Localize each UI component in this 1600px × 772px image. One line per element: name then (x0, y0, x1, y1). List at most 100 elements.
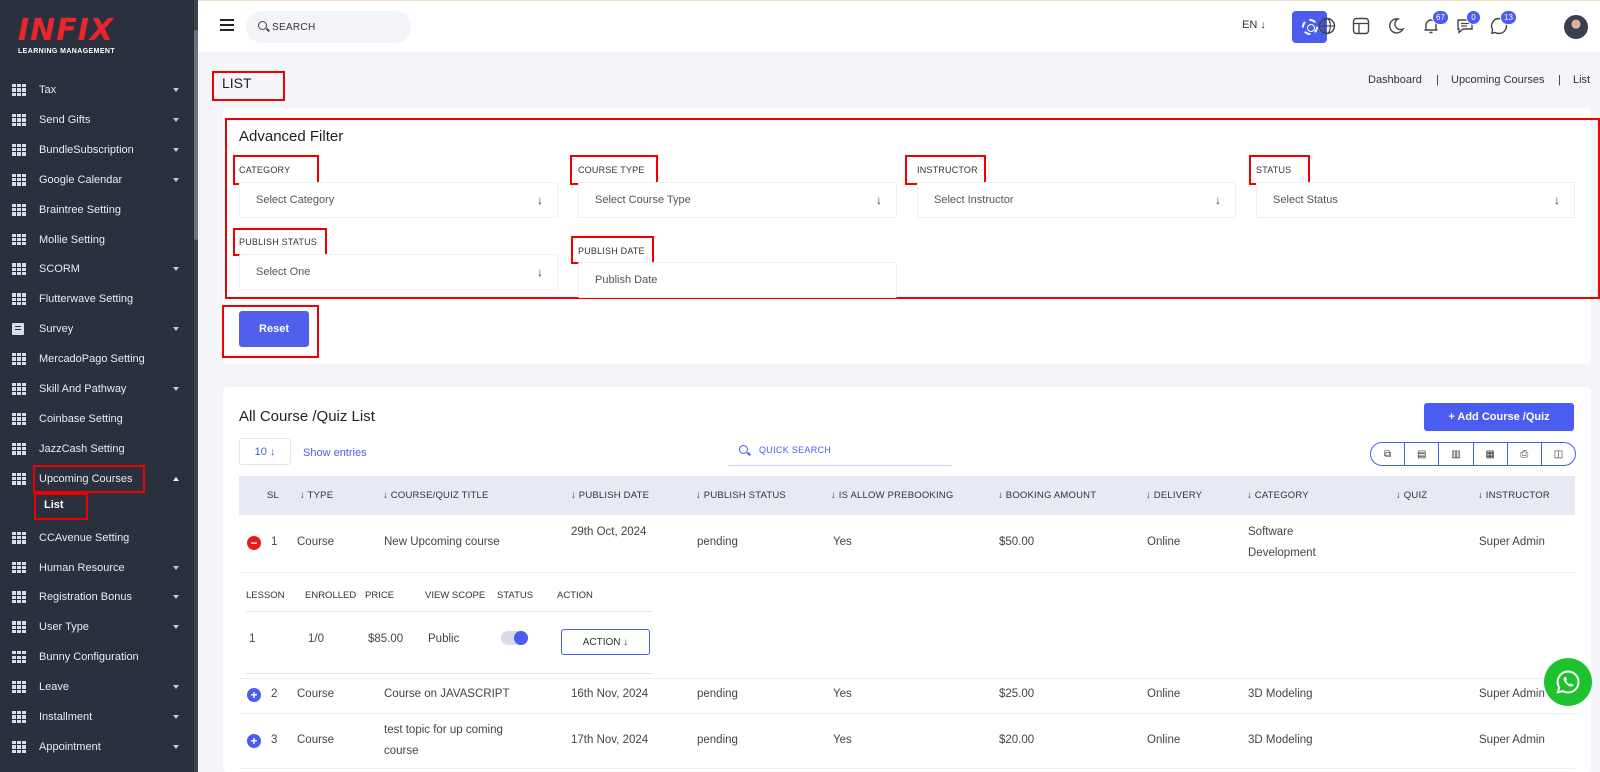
caret-down-icon (173, 177, 179, 182)
whatsapp-chat-button[interactable] (1544, 658, 1592, 706)
layout-icon[interactable] (1350, 15, 1372, 37)
user-avatar[interactable] (1564, 15, 1588, 39)
publish-status-select[interactable]: Select One ↓ (239, 254, 558, 290)
sidebar-item-survey[interactable]: Survey (0, 315, 194, 343)
cell-title[interactable]: Course on JAVASCRIPT (384, 684, 509, 705)
cell-title[interactable]: test topic for up coming course (384, 720, 534, 762)
cell-instructor: Super Admin (1479, 536, 1545, 548)
app-logo[interactable]: INFIX LEARNING MANAGEMENT (18, 16, 128, 60)
publish-date-input[interactable]: Publish Date (578, 262, 897, 298)
sidebar-item-registration-bonus[interactable]: Registration Bonus (0, 583, 194, 611)
csv-icon[interactable]: ▥ (1439, 443, 1474, 465)
copy-icon[interactable]: ⧉ (1371, 443, 1406, 465)
entries-per-page-select[interactable]: 10 ↓ (239, 438, 291, 465)
sidebar-item-scorm[interactable]: SCORM (0, 255, 194, 283)
instructor-select-value: Select Instructor (934, 194, 1014, 206)
th-delivery[interactable]: ↓ DELIVERY (1146, 490, 1202, 501)
globe-icon[interactable] (1316, 15, 1338, 37)
language-selector[interactable]: EN ↓ (1242, 19, 1266, 31)
grid-icon (12, 711, 26, 723)
sidebar-item-jazzcash-setting[interactable]: JazzCash Setting (0, 435, 194, 463)
caret-down-icon (173, 744, 179, 749)
sidebar-item-bundlesubscription[interactable]: BundleSubscription (0, 136, 194, 164)
print-icon[interactable]: ⎙ (1508, 443, 1542, 465)
sidebar-item-ccavenue-setting[interactable]: CCAvenue Setting (0, 524, 194, 552)
th-instructor[interactable]: ↓ INSTRUCTOR (1478, 490, 1550, 501)
sidebar-item-label: Coinbase Setting (39, 412, 123, 425)
th-publish-date[interactable]: ↓ PUBLISH DATE (571, 490, 649, 501)
advanced-filter-title: Advanced Filter (239, 128, 344, 145)
add-course-quiz-button[interactable]: + Add Course /Quiz (1424, 403, 1574, 431)
sidebar-item-skill-and-pathway[interactable]: Skill And Pathway (0, 375, 194, 403)
sidebar-item-mollie-setting[interactable]: Mollie Setting (0, 226, 194, 254)
th-prebooking[interactable]: ↓ IS ALLOW PREBOOKING (831, 490, 953, 501)
whatsapp-icon[interactable]: 13 (1488, 10, 1517, 37)
expand-row-icon[interactable]: + (247, 734, 261, 748)
caret-down-icon (173, 147, 179, 152)
pdf-icon[interactable]: ▦ (1474, 443, 1508, 465)
messages-chat-icon[interactable]: 0 (1454, 10, 1481, 37)
columns-icon[interactable]: ◫ (1542, 443, 1575, 465)
breadcrumb-dashboard[interactable]: Dashboard (1368, 74, 1422, 86)
th-booking-amount[interactable]: ↓ BOOKING AMOUNT (998, 490, 1096, 501)
quick-search-input[interactable]: QUICK SEARCH (728, 434, 952, 466)
status-toggle[interactable] (501, 631, 528, 645)
sidebar-item-google-calendar[interactable]: Google Calendar (0, 166, 194, 194)
instructor-select[interactable]: Select Instructor ↓ (917, 182, 1236, 218)
cell-booking-amount: $20.00 (999, 734, 1035, 746)
th-publish-status[interactable]: ↓ PUBLISH STATUS (696, 490, 786, 501)
sidebar-item-appointment[interactable]: Appointment (0, 733, 194, 761)
grid-icon (12, 113, 26, 126)
course-type-select-value: Select Course Type (595, 194, 691, 206)
sidebar-item-mercadopago-setting[interactable]: MercadoPago Setting (0, 345, 194, 373)
sidebar-item-braintree-setting[interactable]: Braintree Setting (0, 196, 194, 224)
th-sl[interactable]: SL (267, 490, 279, 501)
arrow-down-icon: ↓ (1554, 193, 1560, 207)
collapse-row-icon[interactable]: − (247, 536, 261, 550)
hamburger-menu-icon[interactable] (220, 19, 234, 31)
detail-enrolled: 1/0 (308, 633, 324, 645)
sidebar-item-send-gifts[interactable]: Send Gifts (0, 106, 194, 134)
sidebar-item-tax[interactable]: Tax (0, 76, 194, 104)
global-search-input[interactable]: SEARCH (246, 11, 411, 43)
sidebar-item-user-type[interactable]: User Type (0, 613, 194, 641)
th-title[interactable]: ↓ COURSE/QUIZ TITLE (383, 490, 489, 501)
cell-category: 3D Modeling (1248, 688, 1313, 700)
caret-down-icon (173, 117, 179, 122)
sidebar-item-label: Google Calendar (39, 173, 123, 186)
category-select[interactable]: Select Category ↓ (239, 182, 558, 218)
expand-row-icon[interactable]: + (247, 688, 261, 702)
sidebar-item-label: Skill And Pathway (39, 383, 127, 395)
cell-title[interactable]: New Upcoming course (384, 532, 500, 553)
caret-down-icon (173, 625, 179, 630)
grid-icon (12, 293, 26, 306)
status-select[interactable]: Select Status ↓ (1256, 182, 1575, 218)
sidebar-item-bunny-configuration[interactable]: Bunny Configuration (0, 643, 194, 671)
th-category[interactable]: ↓ CATEGORY (1247, 490, 1309, 501)
dark-mode-moon-icon[interactable] (1385, 15, 1407, 37)
sidebar-item-human-resource[interactable]: Human Resource (0, 554, 194, 582)
export-button-group: ⧉ ▤ ▥ ▦ ⎙ ◫ (1370, 442, 1576, 466)
course-type-select[interactable]: Select Course Type ↓ (578, 182, 897, 218)
sidebar-item-coinbase-setting[interactable]: Coinbase Setting (0, 405, 194, 433)
th-type[interactable]: ↓ TYPE (300, 490, 333, 501)
grid-icon (12, 143, 26, 156)
cell-publish-status: pending (697, 536, 738, 548)
sidebar-item-flutterwave-setting[interactable]: Flutterwave Setting (0, 285, 194, 313)
highlight-box-upcoming-courses (33, 465, 145, 494)
sidebar-item-leave[interactable]: Leave (0, 673, 194, 701)
cell-publish-status: pending (697, 688, 738, 700)
highlight-box-instructor (905, 155, 986, 185)
th-quiz[interactable]: ↓ QUIZ (1396, 490, 1427, 501)
highlight-box-course-type (570, 155, 658, 185)
notifications-bell-icon[interactable]: 67 (1420, 10, 1449, 37)
cell-sl: 2 (271, 688, 278, 700)
caret-down-icon (173, 387, 179, 391)
sidebar-item-installment[interactable]: Installment (0, 703, 194, 731)
row-divider (239, 713, 1575, 714)
action-dropdown-button[interactable]: ACTION ↓ (561, 629, 650, 655)
breadcrumb-upcoming-courses[interactable]: Upcoming Courses (1451, 74, 1545, 86)
sidebar-scrollbar-thumb[interactable] (194, 30, 198, 240)
cell-booking-amount: $50.00 (999, 536, 1035, 548)
excel-icon[interactable]: ▤ (1405, 443, 1440, 465)
